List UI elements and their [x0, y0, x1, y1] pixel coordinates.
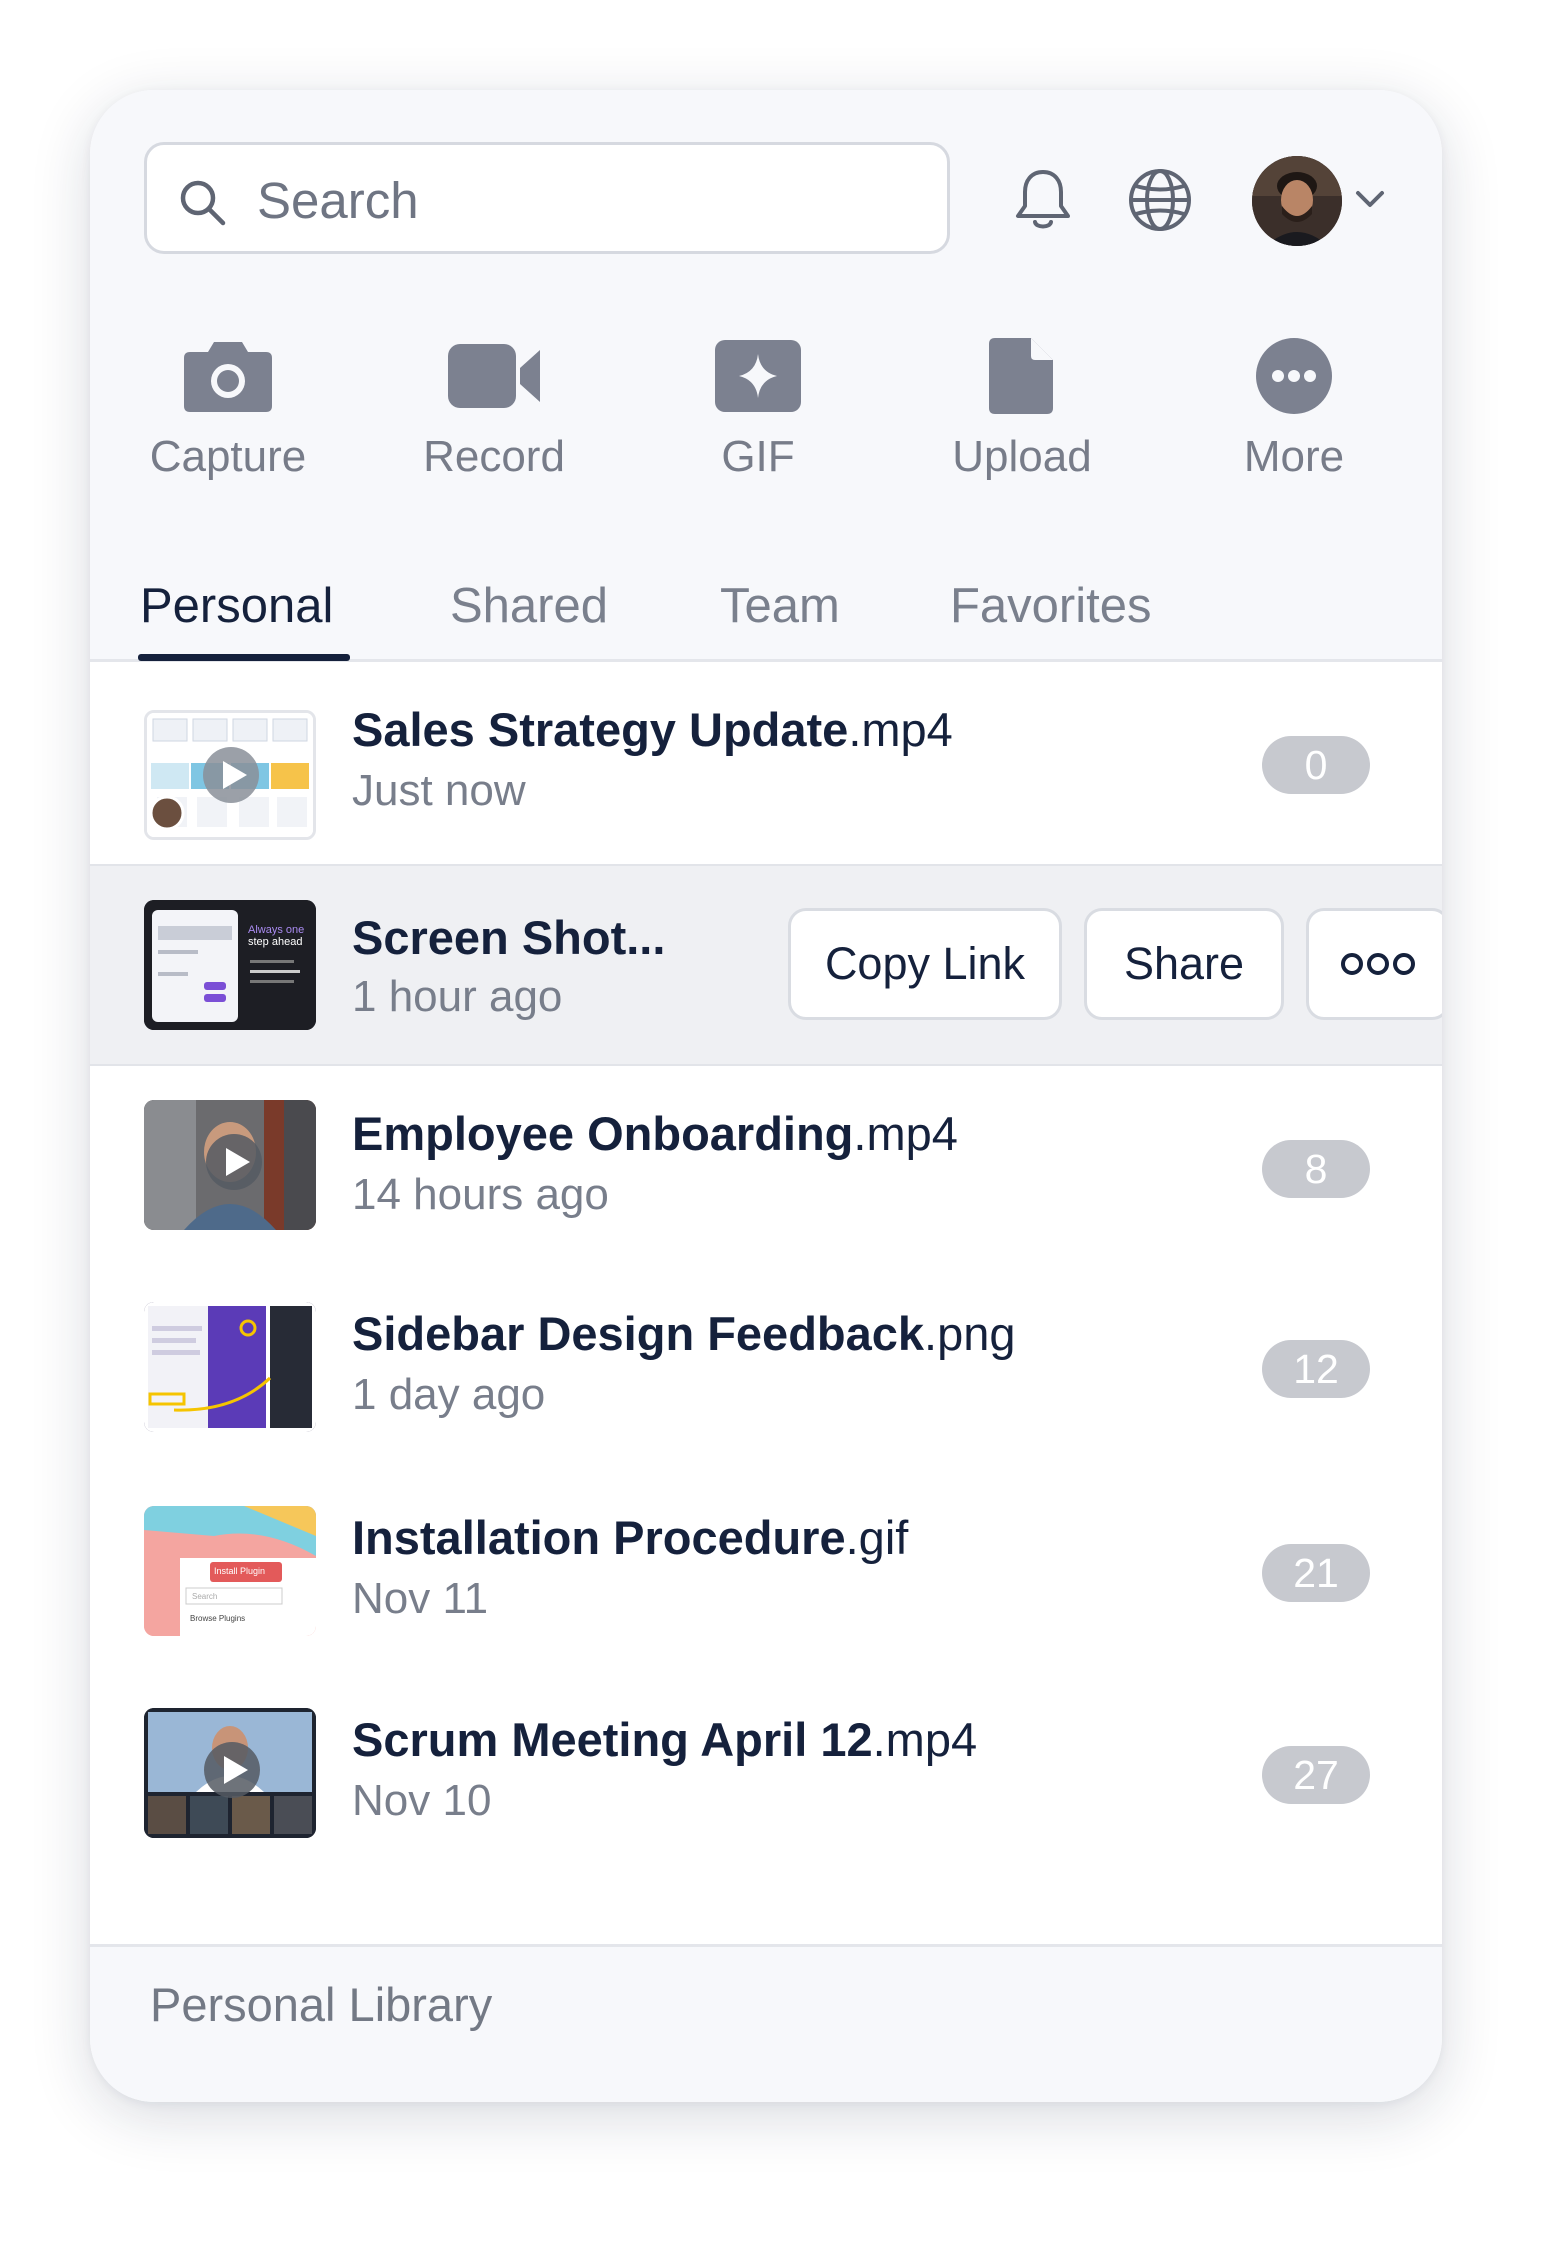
file-time: 1 day ago [352, 1370, 546, 1419]
gif-sparkle-icon [715, 340, 801, 412]
gif-label: GIF [721, 432, 795, 481]
file-title: Sidebar Design Feedback.png [352, 1307, 1016, 1360]
file-title: Sales Strategy Update.mp4 [352, 703, 953, 756]
thumbnail-screenshot: Always one step ahead [144, 900, 316, 1030]
comment-count-badge: 21 [1262, 1544, 1370, 1602]
video-camera-icon [448, 344, 540, 408]
active-tab-indicator [138, 654, 350, 661]
list-item[interactable]: Scrum Meeting April 12.mp4 Nov 10 27 [90, 1674, 1442, 1876]
file-icon [989, 338, 1053, 414]
more-options-button[interactable] [1306, 908, 1442, 1020]
record-label: Record [423, 432, 565, 481]
file-time: 1 hour ago [352, 972, 563, 1021]
avatar[interactable] [1252, 156, 1342, 246]
list-item[interactable]: Always one step ahead Screen Shot... 1 h… [90, 864, 1442, 1066]
camera-icon [184, 342, 272, 412]
file-title: Employee Onboarding.mp4 [352, 1107, 958, 1160]
capture-button[interactable]: Capture [128, 336, 328, 506]
tab-bar: Personal Shared Team Favorites [90, 560, 1442, 662]
comment-count-badge: 8 [1262, 1140, 1370, 1198]
copy-link-button[interactable]: Copy Link [788, 908, 1062, 1020]
install-plugin-label: Install Plugin [214, 1566, 266, 1576]
thumbnail-heading: Always one step ahead [248, 924, 305, 948]
file-title: Scrum Meeting April 12.mp4 [352, 1713, 978, 1766]
avatar-image [1252, 156, 1342, 246]
file-time: Just now [352, 766, 526, 815]
comment-count-badge: 27 [1262, 1746, 1370, 1804]
thumbnail-video [144, 1100, 316, 1230]
thumbnail-sidebar-design [144, 1302, 316, 1432]
list-item[interactable]: Sidebar Design Feedback.png 1 day ago 12 [90, 1268, 1442, 1470]
list-item[interactable]: Sales Strategy Update.mp4 Just now 0 [90, 662, 1442, 864]
globe-icon[interactable] [1126, 166, 1194, 234]
tab-team[interactable]: Team [720, 578, 840, 634]
search-icon [180, 180, 226, 226]
action-bar: Capture Record GIF Upload More [90, 336, 1442, 506]
browse-plugins-label: Browse Plugins [190, 1614, 246, 1623]
upload-button[interactable]: Upload [922, 336, 1122, 506]
upload-label: Upload [952, 432, 1092, 481]
share-button[interactable]: Share [1084, 908, 1284, 1020]
file-time: 14 hours ago [352, 1170, 609, 1219]
app-panel: Capture Record GIF [90, 90, 1442, 2102]
chevron-down-icon[interactable] [1354, 188, 1386, 210]
comment-count-badge: 0 [1262, 736, 1370, 794]
footer: Personal Library [90, 1944, 1442, 2102]
list-item[interactable]: Employee Onboarding.mp4 14 hours ago 8 [90, 1066, 1442, 1268]
thumbnail-search-label: Search [192, 1592, 218, 1601]
thumbnail-meeting [144, 1708, 316, 1838]
personal-library-link[interactable]: Personal Library [150, 1977, 492, 2032]
more-options-icon [1341, 953, 1415, 975]
search-box[interactable] [144, 142, 950, 254]
file-title: Screen Shot... [352, 911, 666, 964]
tab-personal[interactable]: Personal [140, 578, 333, 634]
tab-shared[interactable]: Shared [450, 578, 608, 634]
top-section: Capture Record GIF [90, 90, 1442, 662]
more-label: More [1243, 432, 1345, 481]
list-item[interactable]: Install Plugin Search Browse Plugins Ins… [90, 1472, 1442, 1674]
tab-favorites[interactable]: Favorites [950, 578, 1152, 634]
more-button[interactable]: More [1194, 336, 1394, 506]
thumbnail-gif: Install Plugin Search Browse Plugins [144, 1506, 316, 1636]
file-time: Nov 11 [352, 1574, 489, 1623]
gif-button[interactable]: GIF [658, 336, 858, 506]
comment-count-badge: 12 [1262, 1340, 1370, 1398]
more-dots-icon [1256, 338, 1332, 414]
thumbnail-diagram [144, 710, 316, 840]
file-title: Installation Procedure.gif [352, 1511, 909, 1564]
bell-icon[interactable] [1012, 166, 1074, 234]
capture-label: Capture [149, 432, 307, 481]
file-time: Nov 10 [352, 1776, 492, 1825]
search-input[interactable] [255, 167, 919, 233]
record-button[interactable]: Record [394, 336, 594, 506]
